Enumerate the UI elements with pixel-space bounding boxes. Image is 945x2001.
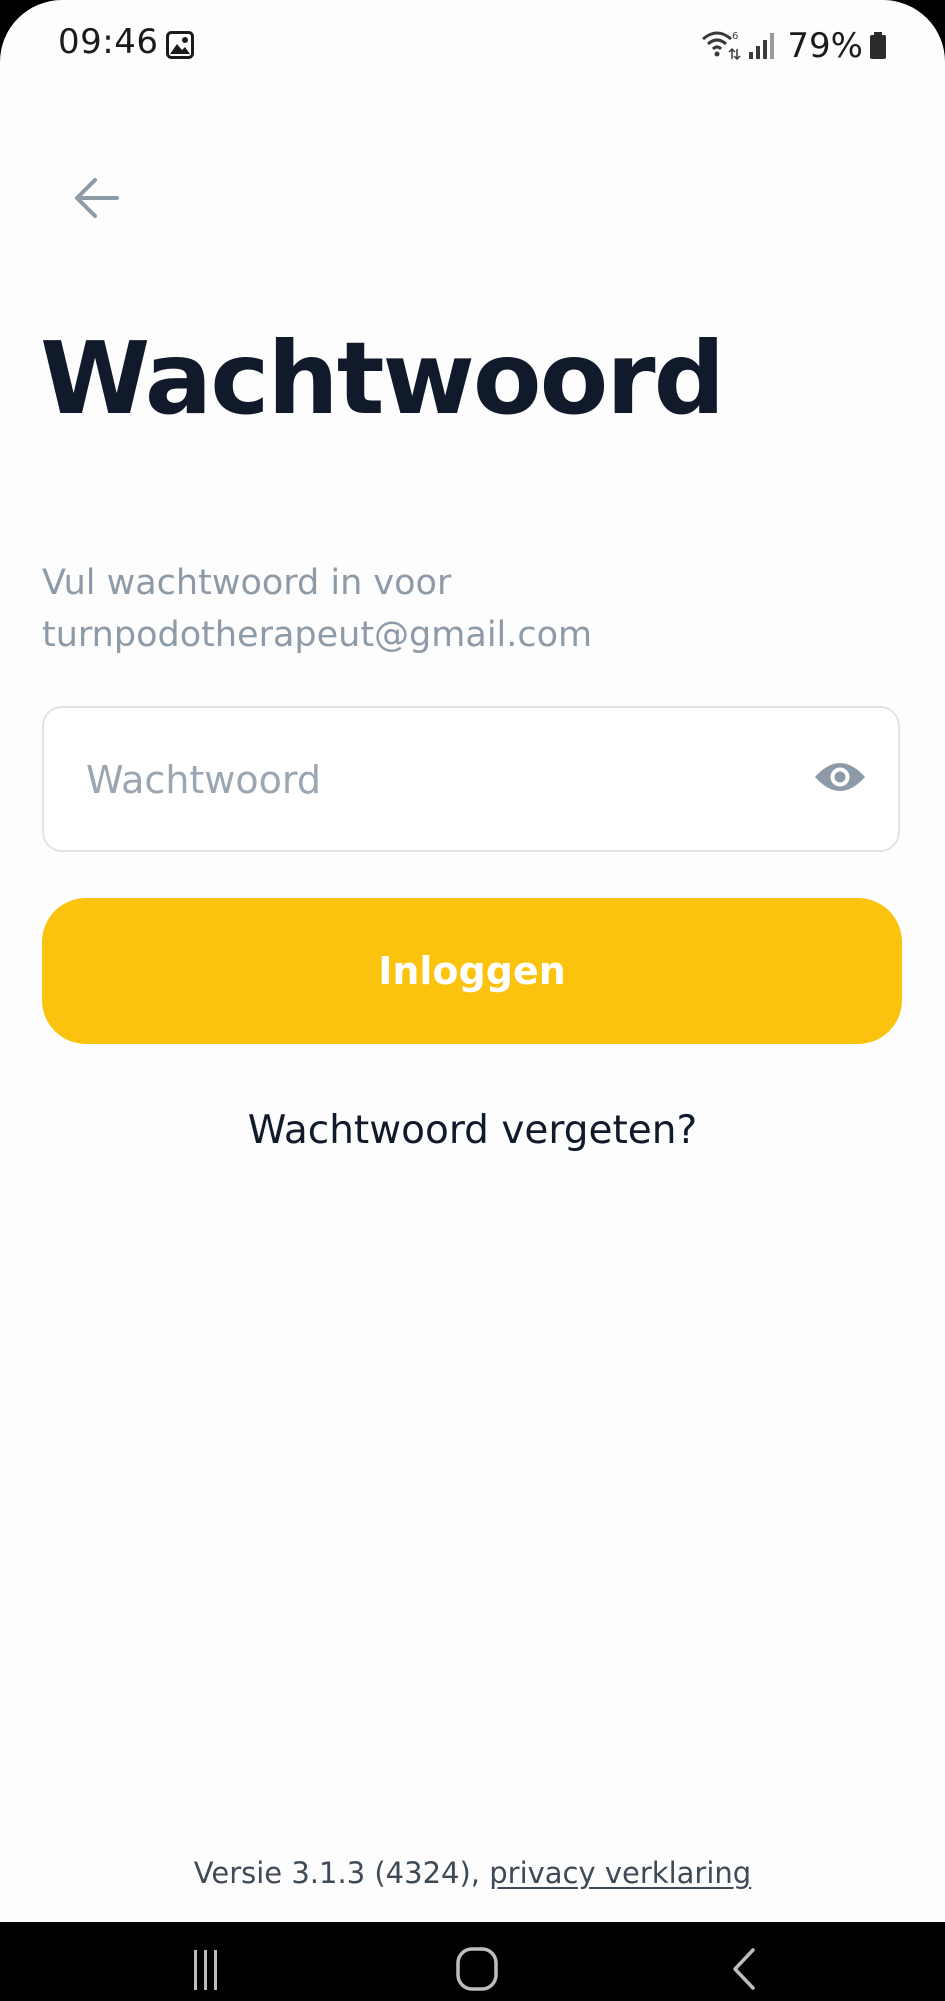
signal-icon: [747, 32, 775, 60]
password-input[interactable]: [84, 708, 788, 852]
recents-button[interactable]: [173, 1932, 253, 1997]
footer: Versie 3.1.3 (4324), privacy verklaring: [0, 1856, 945, 1890]
password-field[interactable]: [42, 706, 900, 852]
privacy-link[interactable]: privacy verklaring: [489, 1856, 751, 1890]
home-button[interactable]: [437, 1932, 517, 1997]
page-title: Wachtwoord: [40, 320, 725, 437]
status-bar: 09:46 6 79%: [0, 0, 945, 92]
home-icon: [437, 1947, 517, 2001]
app-screen: 09:46 6 79% Wachtwoord Vul wachtwoord in…: [0, 0, 945, 1922]
back-icon: [703, 1948, 783, 2001]
eye-icon: [813, 759, 867, 799]
arrow-left-icon: [73, 178, 119, 222]
wifi-icon: 6: [701, 29, 741, 63]
battery-icon: [869, 32, 887, 60]
toggle-password-visibility-button[interactable]: [812, 754, 868, 804]
svg-text:6: 6: [732, 31, 738, 42]
version-text: Versie 3.1.3 (4324),: [193, 1856, 481, 1890]
login-button[interactable]: Inloggen: [42, 898, 902, 1044]
status-icons: 6 79%: [701, 22, 887, 70]
system-back-button[interactable]: [703, 1932, 783, 1997]
system-nav-bar: [0, 1922, 945, 1997]
image-icon: [166, 31, 194, 59]
back-button[interactable]: [66, 172, 126, 228]
recents-icon: [173, 1950, 253, 2001]
forgot-password-link[interactable]: Wachtwoord vergeten?: [0, 1108, 945, 1153]
battery-percentage: 79%: [787, 26, 863, 66]
status-time: 09:46: [58, 22, 159, 62]
subtitle: Vul wachtwoord in voor turnpodotherapeut…: [42, 563, 593, 655]
